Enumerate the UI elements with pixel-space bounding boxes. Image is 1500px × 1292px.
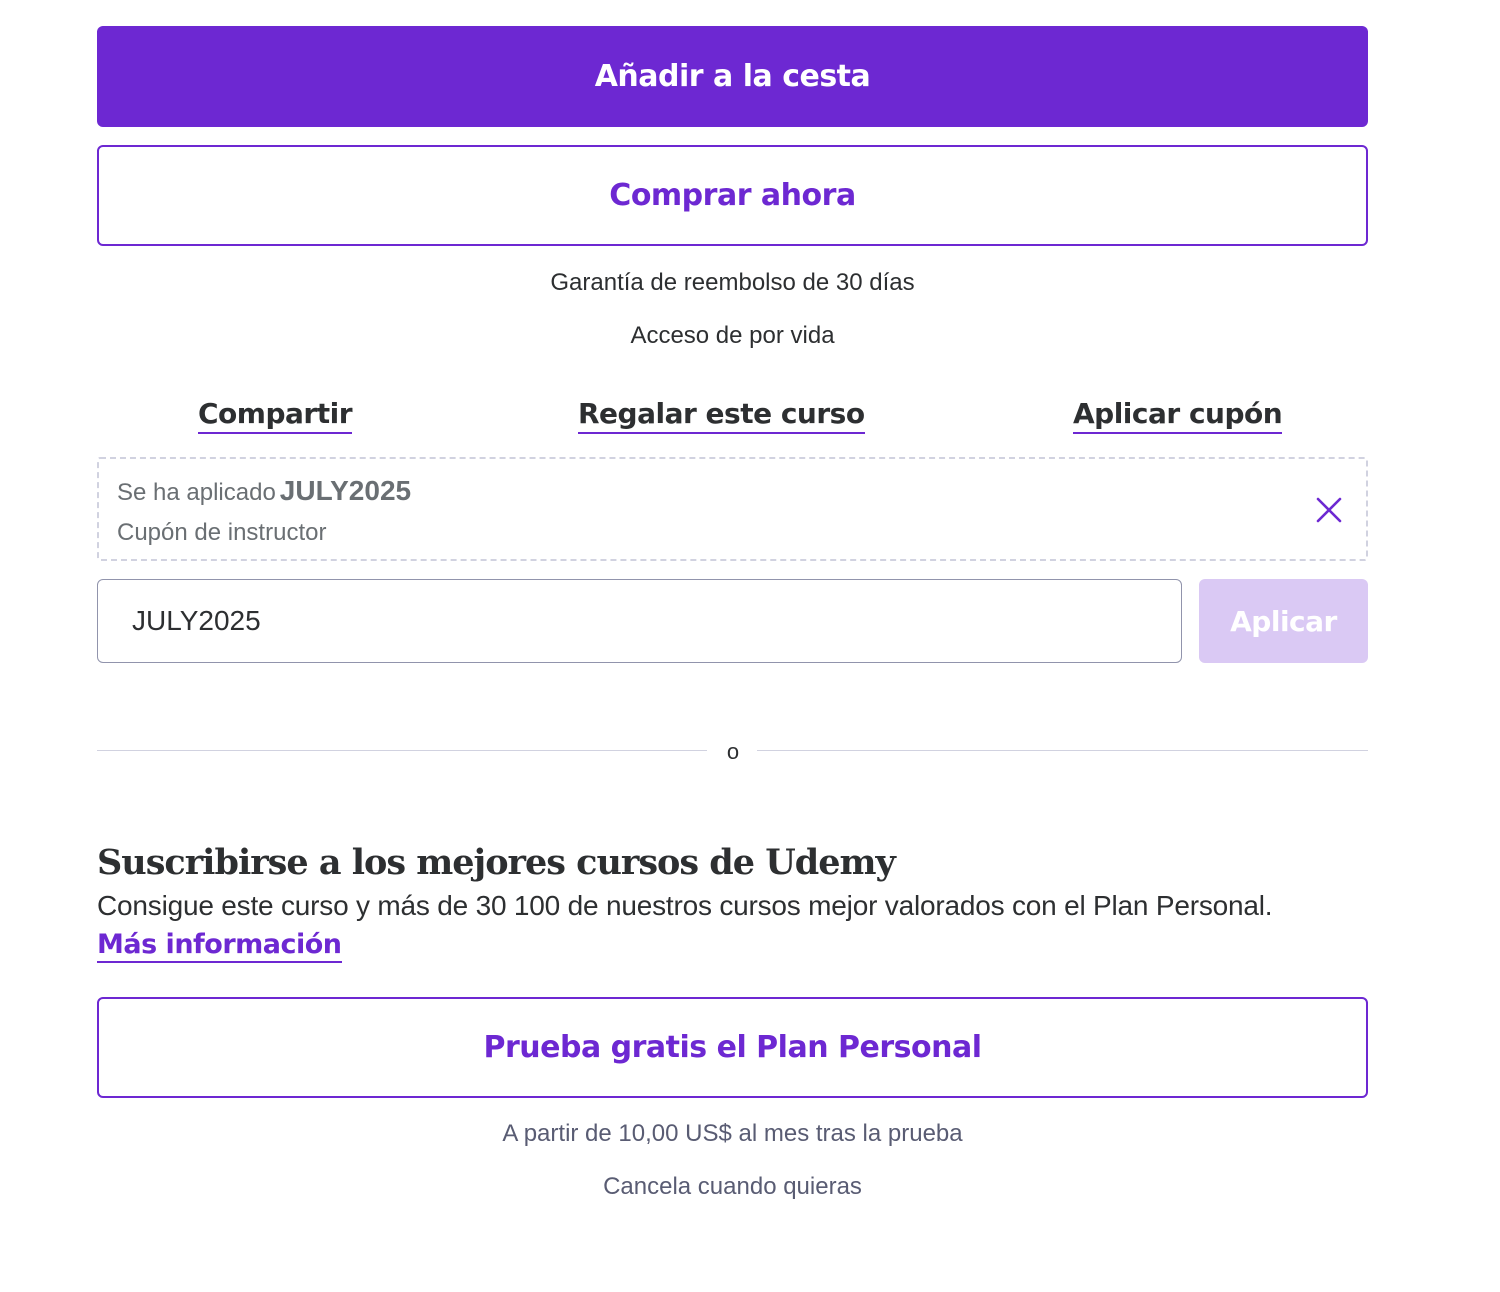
course-actions: Compartir Regalar este curso Aplicar cup… [97,397,1368,457]
money-back-guarantee: Garantía de reembolso de 30 días [550,269,915,296]
apply-coupon-link[interactable]: Aplicar cupón [1073,397,1283,434]
add-to-cart-button[interactable]: Añadir a la cesta [97,26,1368,127]
applied-coupon-box: Se ha aplicado JULY2025 Cupón de instruct… [97,457,1368,561]
close-icon[interactable] [1312,493,1346,527]
trial-price-text: A partir de 10,00 US$ al mes tras la pru… [502,1120,963,1147]
share-link[interactable]: Compartir [198,397,353,434]
or-divider: o [97,739,1368,764]
coupon-input[interactable] [97,579,1182,663]
cancel-anytime-text: Cancela cuando quieras [603,1173,862,1200]
coupon-type-label: Cupón de instructor [117,519,327,546]
divider-line-right [757,750,1368,751]
divider-line-left [97,750,707,751]
divider-text: o [726,739,740,764]
subscription-description: Consigue este curso y más de 30 100 de n… [97,890,1273,921]
gift-course-link[interactable]: Regalar este curso [578,397,865,434]
apply-coupon-button[interactable]: Aplicar [1199,579,1368,663]
more-info-link[interactable]: Más información [97,929,342,963]
buy-now-button[interactable]: Comprar ahora [97,145,1368,246]
lifetime-access: Acceso de por vida [630,322,835,349]
coupon-entry-row: Aplicar [97,579,1368,663]
free-trial-button[interactable]: Prueba gratis el Plan Personal [97,997,1368,1098]
subscription-title: Suscribirse a los mejores cursos de Udem… [97,842,896,883]
coupon-applied-text: Se ha aplicado JULY2025 [117,475,411,507]
coupon-applied-prefix: Se ha aplicado [117,479,276,506]
purchase-panel: Añadir a la cesta Comprar ahora Garantía… [97,26,1368,1203]
coupon-applied-code: JULY2025 [279,475,412,506]
